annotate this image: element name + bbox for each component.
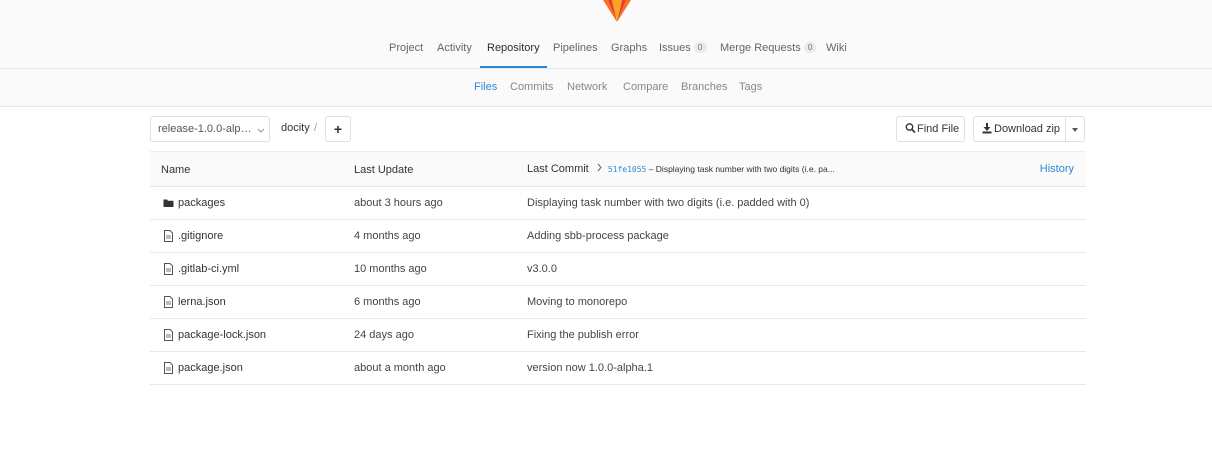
- nav-pipelines-label: Pipelines: [553, 42, 598, 54]
- nav-activity-label: Activity: [437, 42, 472, 54]
- subnav-branches[interactable]: Branches: [681, 81, 727, 93]
- table-row[interactable]: packages about 3 hours ago Displaying ta…: [150, 187, 1086, 220]
- nav-wiki-label: Wiki: [826, 42, 847, 54]
- chevron-down-icon: [257, 128, 265, 133]
- table-row[interactable]: package-lock.json 24 days ago Fixing the…: [150, 319, 1086, 352]
- issues-count-badge: 0: [693, 42, 707, 53]
- nav-activity[interactable]: Activity: [437, 42, 472, 68]
- subnav-tags[interactable]: Tags: [739, 81, 762, 93]
- download-options-dropdown[interactable]: [1065, 116, 1085, 142]
- header-last-update: Last Update: [354, 164, 414, 176]
- nav-repository[interactable]: Repository: [480, 42, 547, 68]
- nav-project[interactable]: Project: [389, 42, 423, 68]
- last-update: 24 days ago: [354, 329, 414, 341]
- caret-down-icon: [1072, 128, 1078, 132]
- history-link[interactable]: History: [1040, 163, 1074, 175]
- branch-selector[interactable]: release-1.0.0-alph…: [150, 116, 270, 142]
- table-row[interactable]: .gitignore 4 months ago Adding sbb-proce…: [150, 220, 1086, 253]
- add-file-button[interactable]: +: [325, 116, 351, 142]
- nav-project-label: Project: [389, 42, 424, 54]
- last-update: 6 months ago: [354, 296, 421, 308]
- nav-graphs-label: Graphs: [611, 42, 648, 54]
- file-name[interactable]: .gitignore: [178, 230, 223, 242]
- nav-issues[interactable]: Issues 0: [659, 42, 707, 68]
- table-row[interactable]: lerna.json 6 months ago Moving to monore…: [150, 286, 1086, 319]
- last-update: 10 months ago: [354, 263, 427, 275]
- file-name[interactable]: package.json: [178, 362, 243, 374]
- file-tree-table: Name Last Update Last Commit 51fe1055 – …: [150, 151, 1086, 385]
- last-update: 4 months ago: [354, 230, 421, 242]
- commit-message[interactable]: Fixing the publish error: [527, 329, 639, 341]
- file-name[interactable]: package-lock.json: [178, 329, 266, 341]
- find-file-button[interactable]: Find File: [896, 116, 965, 142]
- download-icon: [982, 123, 992, 134]
- file-icon: [164, 230, 173, 242]
- subnav-network[interactable]: Network: [567, 81, 607, 93]
- file-icon: [164, 263, 173, 275]
- table-header: Name Last Update Last Commit 51fe1055 – …: [150, 151, 1086, 187]
- nav-merge-requests[interactable]: Merge Requests 0: [720, 42, 817, 68]
- nav-wiki[interactable]: Wiki: [826, 42, 847, 68]
- file-name[interactable]: lerna.json: [178, 296, 226, 308]
- download-zip-button[interactable]: Download zip: [973, 116, 1066, 142]
- nav-issues-label: Issues: [659, 42, 691, 54]
- file-name[interactable]: packages: [178, 197, 225, 209]
- find-file-label: Find File: [917, 123, 960, 135]
- search-icon: [905, 123, 916, 134]
- subnav-compare[interactable]: Compare: [623, 81, 668, 93]
- repository-subnav: Files Commits Network Compare Branches T…: [0, 69, 1212, 107]
- commit-sha-link[interactable]: 51fe1055: [608, 165, 647, 174]
- subnav-files[interactable]: Files: [474, 81, 497, 93]
- file-icon: [164, 296, 173, 308]
- breadcrumb-root[interactable]: docity: [281, 122, 310, 134]
- last-commit-label: Last Commit: [527, 163, 589, 175]
- nav-repository-label: Repository: [487, 42, 540, 54]
- subnav-commits[interactable]: Commits: [510, 81, 553, 93]
- table-row[interactable]: .gitlab-ci.yml 10 months ago v3.0.0: [150, 253, 1086, 286]
- nav-graphs[interactable]: Graphs: [611, 42, 647, 68]
- last-commit-message: – Displaying task number with two digits…: [646, 164, 835, 174]
- commit-message[interactable]: version now 1.0.0-alpha.1: [527, 362, 653, 374]
- gitlab-logo-icon[interactable]: [603, 0, 631, 24]
- table-row[interactable]: package.json about a month ago version n…: [150, 352, 1086, 385]
- top-header: Project Activity Repository Pipelines Gr…: [0, 0, 1212, 69]
- header-last-commit: Last Commit 51fe1055 – Displaying task n…: [527, 163, 835, 175]
- commit-message[interactable]: Moving to monorepo: [527, 296, 627, 308]
- chevron-right-icon: [597, 163, 602, 172]
- plus-icon: +: [333, 121, 343, 137]
- file-icon: [164, 362, 173, 374]
- merge-requests-count-badge: 0: [803, 42, 817, 53]
- commit-message[interactable]: v3.0.0: [527, 263, 557, 275]
- last-update: about 3 hours ago: [354, 197, 443, 209]
- nav-pipelines[interactable]: Pipelines: [553, 42, 598, 68]
- nav-merge-requests-label: Merge Requests: [720, 42, 801, 54]
- main-nav: Project Activity Repository Pipelines Gr…: [0, 36, 1212, 68]
- commit-message[interactable]: Adding sbb-process package: [527, 230, 669, 242]
- file-name[interactable]: .gitlab-ci.yml: [178, 263, 239, 275]
- file-icon: [164, 329, 173, 341]
- commit-message[interactable]: Displaying task number with two digits (…: [527, 197, 809, 209]
- breadcrumb-separator: /: [314, 122, 318, 134]
- folder-icon: [163, 199, 174, 207]
- branch-name: release-1.0.0-alph…: [158, 123, 254, 135]
- last-update: about a month ago: [354, 362, 446, 374]
- download-zip-label: Download zip: [994, 123, 1061, 135]
- header-name: Name: [161, 164, 191, 176]
